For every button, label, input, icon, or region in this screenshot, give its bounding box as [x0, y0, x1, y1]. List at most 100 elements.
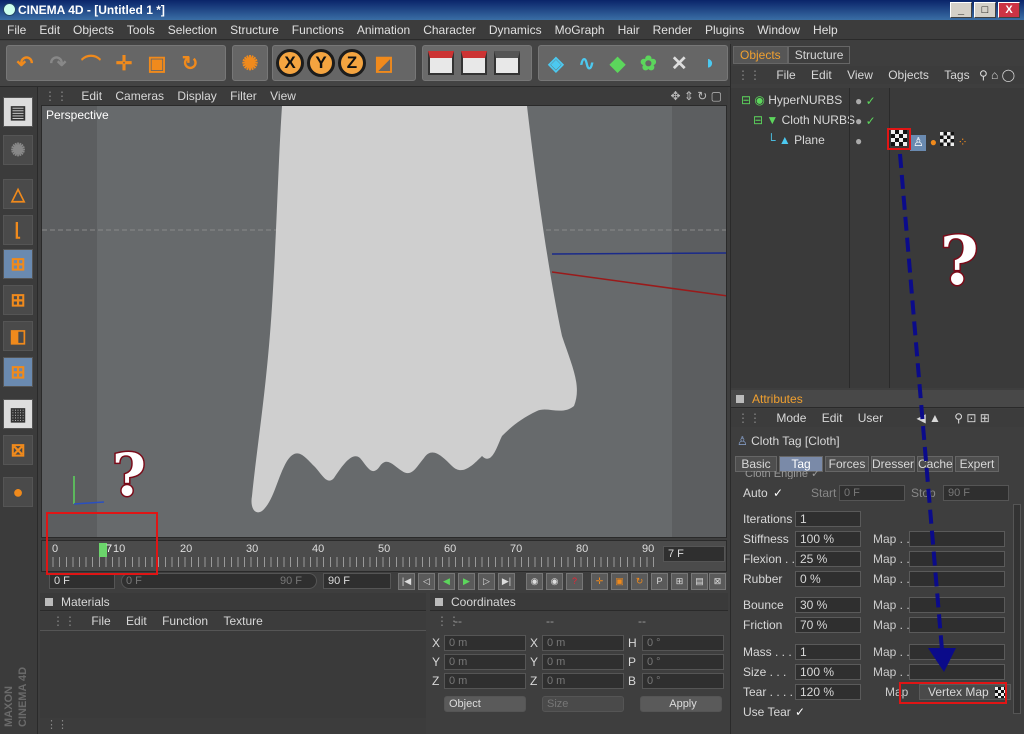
scene-icon[interactable]: ◗	[696, 48, 724, 78]
minimize-button[interactable]: _	[950, 2, 972, 18]
cloth-tag-icon[interactable]: ♙	[910, 135, 927, 151]
pos-x-field[interactable]: 0 m	[444, 635, 526, 651]
menu-structure[interactable]: Structure	[223, 20, 285, 40]
pos-y-field[interactable]: 0 m	[444, 654, 526, 670]
render-picture-viewer-icon[interactable]	[459, 48, 489, 78]
size-z-field[interactable]: 0 m	[542, 673, 624, 689]
texture-axis-icon[interactable]: ⊠	[3, 435, 33, 465]
visibility-dot-icon[interactable]: ●	[855, 134, 862, 148]
apply-button[interactable]: Apply	[640, 696, 722, 712]
spline-icon[interactable]: ∿	[573, 48, 601, 78]
panel-collapse-icon[interactable]	[45, 598, 53, 606]
attributes-menu-edit[interactable]: Edit	[822, 411, 843, 425]
menu-edit[interactable]: Edit	[32, 20, 66, 40]
object-coordinates-icon[interactable]: ◩	[369, 48, 399, 78]
y-axis-lock-button[interactable]: Y	[307, 49, 335, 77]
texture-mode-icon[interactable]: ✺	[3, 135, 33, 165]
play-backwards-icon[interactable]: ◀	[438, 573, 455, 590]
menu-dynamics[interactable]: Dynamics	[482, 20, 548, 40]
key-parameter-icon[interactable]: P	[651, 573, 668, 590]
menu-character[interactable]: Character	[416, 20, 482, 40]
start-frame-field[interactable]: 0 F	[49, 573, 115, 589]
next-key-icon[interactable]: ▷	[478, 573, 495, 590]
viewport-menu-edit[interactable]: Edit	[81, 89, 102, 103]
live-selection-icon[interactable]: ⌒	[76, 48, 106, 78]
mass-field[interactable]: 1	[795, 644, 861, 660]
viewport-navigation-icon[interactable]: ✥ ⇕ ↻ ▢	[670, 87, 722, 105]
selection-tag-icon[interactable]: ⁘	[958, 135, 968, 149]
visibility-dot-icon[interactable]: ● ✓	[855, 114, 876, 128]
menu-objects[interactable]: Objects	[66, 20, 120, 40]
viewport-layout-icon[interactable]: ▤	[3, 97, 33, 127]
bounce-field[interactable]: 30 %	[795, 597, 861, 613]
iterations-field[interactable]: 1	[795, 511, 861, 527]
go-to-end-icon[interactable]: ▶|	[498, 573, 515, 590]
panel-collapse-icon[interactable]	[435, 598, 443, 606]
materials-list[interactable]	[40, 630, 426, 718]
texture-tag-icon[interactable]: ▦	[3, 399, 33, 429]
object-row-plane[interactable]: └ ▲ Plane	[767, 130, 825, 150]
move-icon[interactable]: ✛	[109, 48, 139, 78]
rubber-field[interactable]: 0 %	[795, 571, 861, 587]
menu-help[interactable]: Help	[806, 20, 844, 40]
polygons-mode-icon[interactable]: ◧	[3, 321, 33, 351]
objects-menu-tags[interactable]: Tags	[944, 68, 969, 82]
objects-menu-objects[interactable]: Objects	[888, 68, 929, 82]
preview-range-slider[interactable]: 0 F 90 F	[121, 573, 317, 589]
size-y-field[interactable]: 0 m	[542, 654, 624, 670]
size-field[interactable]: 100 %	[795, 664, 861, 680]
coord-mode-select[interactable]: Object	[444, 696, 526, 712]
rotate-icon[interactable]: ↻	[175, 48, 205, 78]
world-coordinates-icon[interactable]: ✺	[236, 48, 264, 78]
use-tear-checkbox[interactable]: ✓	[795, 704, 805, 720]
materials-menu-texture[interactable]: Texture	[223, 614, 262, 628]
attributes-scrollbar[interactable]	[1013, 504, 1021, 714]
friction-field[interactable]: 70 %	[795, 617, 861, 633]
panel-collapse-icon[interactable]	[736, 395, 744, 403]
materials-menu-function[interactable]: Function	[162, 614, 208, 628]
viewport-menu-view[interactable]: View	[270, 89, 296, 103]
pos-z-field[interactable]: 0 m	[444, 673, 526, 689]
key-position-icon[interactable]: ✛	[591, 573, 608, 590]
auto-checkbox[interactable]: ✓	[773, 485, 783, 501]
nurbs-icon[interactable]: ◆	[604, 48, 632, 78]
tear-field[interactable]: 120 %	[795, 684, 861, 700]
texture-tag-icon[interactable]	[940, 132, 955, 146]
points-mode-icon[interactable]: ⊞	[3, 249, 33, 279]
menu-tools[interactable]: Tools	[120, 20, 161, 40]
menu-hair[interactable]: Hair	[611, 20, 646, 40]
tab-structure[interactable]: Structure	[787, 46, 851, 64]
play-forwards-icon[interactable]: ▶	[458, 573, 475, 590]
flexion-field[interactable]: 25 %	[795, 551, 861, 567]
rot-b-field[interactable]: 0 °	[642, 673, 724, 689]
object-axis-icon[interactable]: ⌊	[3, 215, 33, 245]
key-scale-icon[interactable]: ▣	[611, 573, 628, 590]
dynamics-tag-icon[interactable]: ●	[930, 135, 937, 149]
model-mode-icon[interactable]: △	[3, 179, 33, 209]
tab-objects[interactable]: Objects	[733, 46, 788, 64]
viewport-menu-cameras[interactable]: Cameras	[115, 89, 164, 103]
render-settings-icon[interactable]	[492, 48, 522, 78]
visibility-dot-icon[interactable]: ● ✓	[855, 94, 876, 108]
array-icon[interactable]: ✿	[634, 48, 662, 78]
menu-plugins[interactable]: Plugins	[698, 20, 750, 40]
object-tree[interactable]: ⊟ ◉ HyperNURBS ⊟ ▼ Cloth NURBS └ ▲ Plane…	[731, 88, 1024, 388]
tab-forces[interactable]: Forces	[825, 456, 869, 472]
current-frame-field[interactable]: 7 F	[663, 546, 725, 562]
rot-p-field[interactable]: 0 °	[642, 654, 724, 670]
keyframe-selection-icon[interactable]: ?	[566, 573, 583, 590]
materials-menu-edit[interactable]: Edit	[126, 614, 147, 628]
tab-basic[interactable]: Basic	[735, 456, 777, 472]
redo-icon[interactable]: ↷	[43, 48, 73, 78]
stiffness-field[interactable]: 100 %	[795, 531, 861, 547]
menu-functions[interactable]: Functions	[285, 20, 350, 40]
viewport-menu-display[interactable]: Display	[177, 89, 216, 103]
menu-render[interactable]: Render	[646, 20, 698, 40]
undo-icon[interactable]: ↶	[10, 48, 40, 78]
go-to-start-icon[interactable]: |◀	[398, 573, 415, 590]
menu-mograph[interactable]: MoGraph	[548, 20, 611, 40]
objects-menu-edit[interactable]: Edit	[811, 68, 832, 82]
size-mode-select[interactable]: Size	[542, 696, 624, 712]
menu-file[interactable]: File	[0, 20, 32, 40]
scheme-icon[interactable]: ⊠	[709, 573, 726, 590]
